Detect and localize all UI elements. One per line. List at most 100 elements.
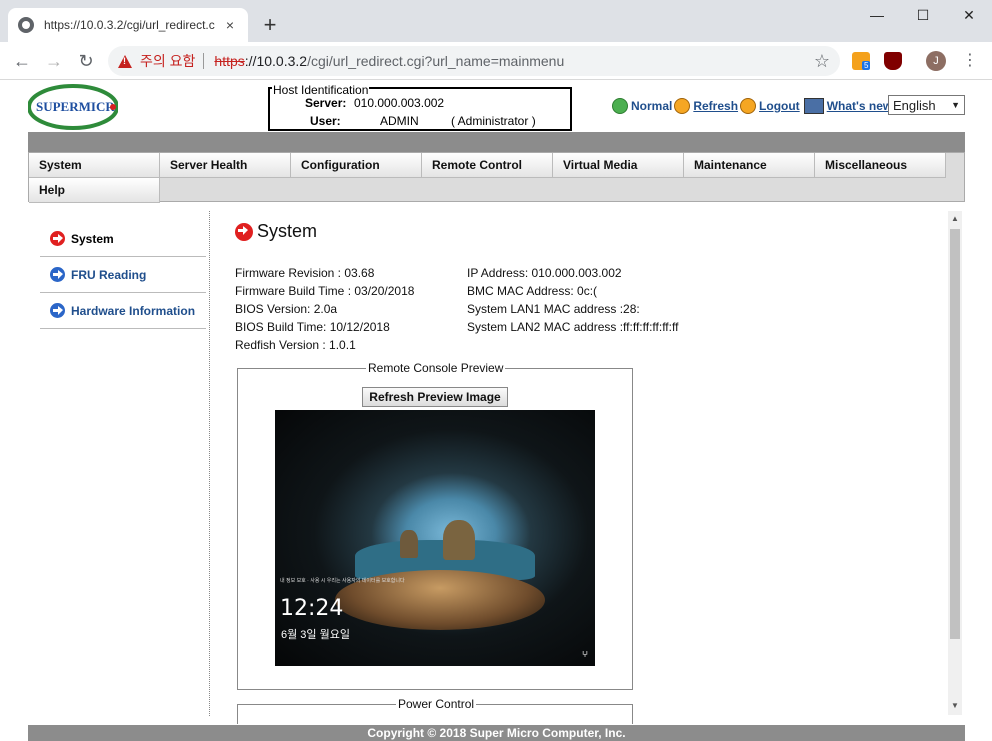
- lan1-mac-address: System LAN1 MAC address :28:: [467, 302, 640, 316]
- scroll-thumb[interactable]: [950, 229, 960, 639]
- firmware-info: Firmware Revision : 03.68 Firmware Build…: [235, 264, 414, 354]
- user-label: User:: [310, 114, 341, 128]
- back-button[interactable]: ←: [10, 49, 34, 73]
- power-legend: Power Control: [396, 697, 477, 711]
- security-warning[interactable]: 주의 요함: [140, 51, 195, 71]
- arrow-right-icon: [50, 267, 65, 282]
- refresh-link[interactable]: Refresh: [674, 98, 738, 114]
- scroll-up-icon[interactable]: ▲: [951, 214, 959, 223]
- profile-avatar[interactable]: J: [926, 51, 946, 71]
- monitor-icon: [803, 98, 824, 114]
- menubar-strip: [28, 132, 965, 152]
- sidebar-item-label: System: [71, 231, 114, 246]
- ipmi-page: SUPERMICR Host Identification Server: 01…: [0, 81, 992, 741]
- ip-address: IP Address: 010.000.003.002: [467, 266, 622, 280]
- sidebar-item-system[interactable]: System: [40, 221, 206, 257]
- sidebar-item-label: Hardware Information: [71, 303, 196, 318]
- bios-build-time: BIOS Build Time: 10/12/2018: [235, 320, 390, 334]
- arrow-right-icon: [50, 231, 65, 246]
- browser-toolbar: ← → ↻ 주의 요함 https ://10.0.3.2 /cgi/url_r…: [0, 42, 992, 80]
- user-value: ADMIN: [380, 114, 419, 128]
- supermicro-logo: SUPERMICR: [28, 84, 118, 130]
- address-bar[interactable]: 주의 요함 https ://10.0.3.2 /cgi/url_redirec…: [108, 46, 840, 76]
- user-role: ( Administrator ): [451, 114, 536, 128]
- menu-virtual-media[interactable]: Virtual Media: [553, 153, 684, 178]
- preview-rock: [443, 520, 475, 560]
- server-value: 010.000.003.002: [354, 96, 445, 110]
- logout-label: Logout: [759, 99, 800, 113]
- menu-miscellaneous[interactable]: Miscellaneous: [815, 153, 946, 178]
- url-host: ://10.0.3.2: [244, 53, 308, 69]
- network-info: IP Address: 010.000.003.002 BMC MAC Addr…: [467, 264, 678, 336]
- sidebar-item-fru-reading[interactable]: FRU Reading: [40, 257, 206, 293]
- remote-console-preview: Remote Console Preview Refresh Preview I…: [237, 361, 633, 690]
- network-icon: ⵖ: [582, 650, 589, 659]
- console-preview-image[interactable]: 내 정보 보호 · 사용 시 우리는 사용자의 데이터를 보호합니다 12:24…: [275, 410, 595, 666]
- refresh-label: Refresh: [693, 99, 739, 113]
- maximize-button[interactable]: ☐: [900, 0, 946, 30]
- firmware-revision: Firmware Revision : 03.68: [235, 266, 375, 280]
- header-links: Normal Refresh Logout What's new: [612, 97, 894, 115]
- scroll-down-icon[interactable]: ▼: [951, 701, 959, 710]
- forward-button[interactable]: →: [42, 49, 66, 73]
- browser-tab[interactable]: https://10.0.3.2/cgi/url_redirect.c ×: [8, 8, 248, 42]
- preview-clock: 12:24: [280, 596, 344, 621]
- language-select[interactable]: English ▼: [888, 95, 965, 115]
- preview-rock: [400, 530, 418, 558]
- tab-title: https://10.0.3.2/cgi/url_redirect.c: [44, 18, 215, 32]
- arrow-right-icon: [50, 303, 65, 318]
- minimize-button[interactable]: —: [854, 0, 900, 30]
- menu-configuration[interactable]: Configuration: [291, 153, 422, 178]
- power-control: Power Control: [237, 697, 633, 724]
- warning-icon: [118, 54, 132, 68]
- content-scrollbar[interactable]: ▲ ▼: [948, 211, 962, 715]
- host-legend: Host Identification: [272, 83, 370, 97]
- url-path: /cgi/url_redirect.cgi?url_name=mainmenu: [307, 53, 565, 69]
- menu-remote-control[interactable]: Remote Control: [422, 153, 553, 178]
- menu-maintenance[interactable]: Maintenance: [684, 153, 815, 178]
- whats-new-label: What's new: [826, 99, 893, 113]
- check-icon: [612, 98, 628, 114]
- menu-server-health[interactable]: Server Health: [160, 153, 291, 178]
- bios-version: BIOS Version: 2.0a: [235, 302, 338, 316]
- refresh-preview-button[interactable]: Refresh Preview Image: [362, 387, 508, 407]
- page-title-text: System: [257, 221, 318, 241]
- preview-lock-text: 내 정보 보호 · 사용 시 우리는 사용자의 데이터를 보호합니다: [280, 578, 405, 584]
- window-close-button[interactable]: ✕: [946, 0, 992, 30]
- browser-menu-icon[interactable]: ⋮: [962, 51, 978, 71]
- normal-label: Normal: [631, 99, 673, 113]
- arrow-right-icon: [235, 222, 253, 241]
- preview-date: 6월 3일 월요일: [281, 629, 350, 641]
- normal-status[interactable]: Normal: [612, 98, 672, 114]
- refresh-icon: [674, 98, 691, 114]
- ublock-extension-icon[interactable]: [884, 52, 902, 70]
- redfish-version: Redfish Version : 1.0.1: [235, 338, 356, 352]
- browser-titlebar: https://10.0.3.2/cgi/url_redirect.c × + …: [0, 0, 992, 42]
- reload-button[interactable]: ↻: [74, 49, 98, 73]
- logo-text: SUPERMICR: [36, 99, 115, 114]
- sidebar: System FRU Reading Hardware Information: [40, 221, 206, 329]
- rss-extension-icon[interactable]: 5: [852, 52, 871, 70]
- menu-help[interactable]: Help: [29, 178, 160, 203]
- page-title: System: [235, 221, 317, 242]
- bmc-mac-address: BMC MAC Address: 0c:(: [467, 284, 598, 298]
- firmware-build-time: Firmware Build Time : 03/20/2018: [235, 284, 415, 298]
- sidebar-item-label: FRU Reading: [71, 267, 147, 282]
- rss-badge: 5: [862, 61, 871, 70]
- menu-system[interactable]: System: [29, 153, 160, 178]
- sidebar-divider: [209, 211, 210, 716]
- url-scheme: https: [214, 53, 245, 69]
- server-label: Server:: [305, 96, 347, 110]
- whats-new-link[interactable]: What's new: [803, 98, 893, 114]
- footer-copyright: Copyright © 2018 Super Micro Computer, I…: [28, 725, 965, 741]
- globe-icon: [18, 17, 34, 33]
- sidebar-item-hardware-information[interactable]: Hardware Information: [40, 293, 206, 329]
- console-legend: Remote Console Preview: [366, 361, 506, 375]
- close-tab-icon[interactable]: ×: [222, 17, 238, 33]
- new-tab-button[interactable]: +: [258, 14, 282, 38]
- language-value: English: [893, 97, 936, 113]
- bookmark-star-icon[interactable]: ☆: [814, 51, 830, 72]
- main-menu: System Server Health Configuration Remot…: [28, 152, 965, 203]
- logout-link[interactable]: Logout: [740, 98, 800, 114]
- lan2-mac-address: System LAN2 MAC address :ff:ff:ff:ff:ff:…: [467, 320, 679, 334]
